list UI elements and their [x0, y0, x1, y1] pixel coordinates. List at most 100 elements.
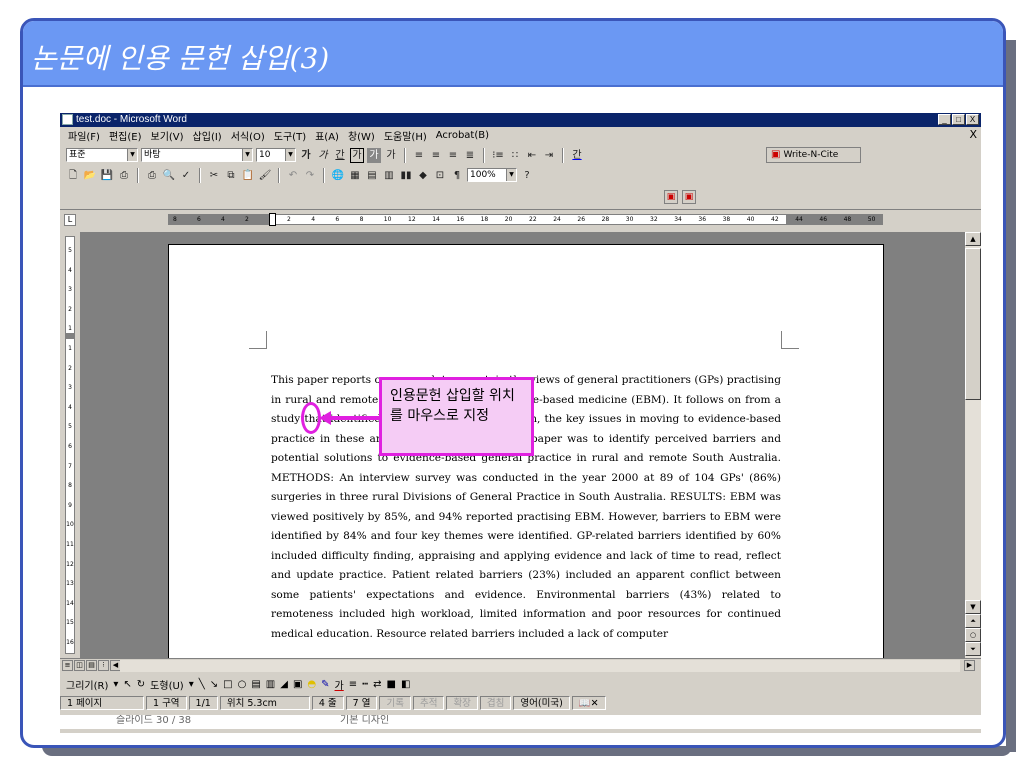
menu-item[interactable]: 삽입(I): [193, 128, 222, 143]
scroll-up-icon[interactable]: ▲: [965, 232, 981, 246]
scroll-down-icon[interactable]: ▼: [965, 600, 981, 614]
decrease-indent-icon[interactable]: ⇤: [525, 148, 539, 163]
italic-button[interactable]: 가: [316, 148, 330, 163]
horizontal-ruler[interactable]: 8 6 4 2 2 4 6 8 10 12 14 16 18 20 22 24 26 28 30 32 34 36 38 40…: [168, 213, 883, 226]
help-button[interactable]: ?: [520, 168, 534, 183]
wordart-icon[interactable]: ◢: [280, 679, 288, 690]
vertical-textbox-icon[interactable]: ▥: [266, 679, 275, 690]
print-layout-icon[interactable]: ▤: [86, 660, 97, 671]
font-select[interactable]: 바탕 ▼: [141, 148, 253, 162]
vertical-ruler[interactable]: 5 4 3 2 1 1 2 3 4 5 6 7 8 9 10 11 12 13 14 15 16: [65, 236, 75, 654]
textbox-icon[interactable]: ▤: [251, 679, 260, 690]
insert-excel-icon[interactable]: ▥: [382, 168, 396, 183]
previous-page-icon[interactable]: ⏶: [965, 614, 981, 628]
tab-selector[interactable]: L: [64, 214, 76, 226]
redo-icon[interactable]: ↷: [303, 168, 317, 183]
menu-item[interactable]: 파일(F): [68, 128, 100, 143]
print-preview-icon[interactable]: 🔍: [162, 168, 176, 183]
arrow-style-icon[interactable]: ⇄: [373, 679, 381, 690]
oval-icon[interactable]: ○: [238, 679, 247, 690]
tables-borders-icon[interactable]: ▦: [348, 168, 362, 183]
line-style-icon[interactable]: ≡: [349, 679, 357, 690]
arrow-icon[interactable]: ↘: [210, 679, 218, 690]
vertical-scrollbar[interactable]: ▲ ▼ ⏶ ○ ⏷: [965, 232, 981, 658]
save-icon[interactable]: 💾: [100, 168, 114, 183]
font-size-select[interactable]: 10 ▼: [256, 148, 296, 162]
print-icon[interactable]: ⎙: [145, 168, 159, 183]
hyperlink-icon[interactable]: 🌐: [331, 168, 345, 183]
write-n-cite-button[interactable]: ▣ Write-N-Cite: [766, 147, 861, 163]
copy-icon[interactable]: ⧉: [224, 168, 238, 183]
menu-item[interactable]: 도움말(H): [384, 128, 427, 143]
draw-menu-button[interactable]: 그리기(R): [66, 677, 108, 692]
columns-icon[interactable]: ▮▮: [399, 168, 413, 183]
font-color-icon[interactable]: 가: [335, 677, 344, 692]
shadow-icon[interactable]: ■: [387, 679, 396, 690]
permission-icon[interactable]: ⎙: [117, 168, 131, 183]
status-rec[interactable]: 기록: [379, 696, 411, 710]
scroll-thumb[interactable]: [965, 248, 981, 400]
autoshapes-menu-button[interactable]: 도형(U): [150, 677, 184, 692]
align-right-icon[interactable]: ≡: [446, 148, 460, 163]
undo-icon[interactable]: ↶: [286, 168, 300, 183]
free-rotate-icon[interactable]: ↻: [137, 679, 145, 690]
line-icon[interactable]: ╲: [199, 679, 205, 690]
spelling-icon[interactable]: ✓: [179, 168, 193, 183]
paste-icon[interactable]: 📋: [241, 168, 255, 183]
drawing-icon[interactable]: ◆: [416, 168, 430, 183]
align-center-icon[interactable]: ≡: [429, 148, 443, 163]
menu-item[interactable]: Acrobat(B): [436, 130, 489, 141]
char-border-button[interactable]: 가: [350, 147, 364, 163]
line-color-icon[interactable]: ✎: [321, 679, 329, 690]
menu-item[interactable]: 편집(E): [109, 128, 142, 143]
bold-button[interactable]: 가: [299, 148, 313, 163]
status-ext[interactable]: 확장: [446, 696, 478, 710]
font-color-button[interactable]: 간: [570, 148, 584, 163]
underline-button[interactable]: 간: [333, 148, 347, 163]
fill-color-icon[interactable]: ◓: [307, 679, 316, 690]
style-select[interactable]: 표준 ▼: [66, 148, 138, 162]
numbering-icon[interactable]: ⁝≡: [491, 148, 505, 163]
close-button[interactable]: X: [966, 114, 979, 125]
next-page-icon[interactable]: ⏷: [965, 642, 981, 656]
word-app-icon[interactable]: [62, 114, 73, 125]
menu-item[interactable]: 창(W): [348, 128, 375, 143]
distribute-icon[interactable]: ≣: [463, 148, 477, 163]
menu-item[interactable]: 도구(T): [274, 128, 306, 143]
outline-view-icon[interactable]: ⁝: [98, 660, 109, 671]
3d-icon[interactable]: ◧: [401, 679, 410, 690]
maximize-button[interactable]: □: [952, 114, 965, 125]
web-layout-icon[interactable]: ◫: [74, 660, 85, 671]
document-close-button[interactable]: X: [969, 128, 977, 141]
scroll-right-icon[interactable]: ▶: [964, 660, 975, 671]
char-scale-button[interactable]: 가: [384, 148, 398, 163]
show-hide-icon[interactable]: ¶: [450, 168, 464, 183]
menu-item[interactable]: 표(A): [315, 128, 339, 143]
rectangle-icon[interactable]: □: [223, 679, 232, 690]
open-folder-icon[interactable]: 📂: [83, 168, 97, 183]
document-page[interactable]: This paper reports on research to ascert…: [168, 244, 884, 658]
insert-table-icon[interactable]: ▤: [365, 168, 379, 183]
cut-icon[interactable]: ✂: [207, 168, 221, 183]
status-trk[interactable]: 추적: [412, 696, 445, 710]
document-map-icon[interactable]: ⊡: [433, 168, 447, 183]
indent-marker[interactable]: [269, 213, 276, 226]
menu-item[interactable]: 서식(O): [231, 128, 265, 143]
dash-style-icon[interactable]: ┅: [362, 679, 368, 690]
spelling-status-icon[interactable]: 📖✕: [571, 696, 606, 710]
minimize-button[interactable]: _: [938, 114, 951, 125]
select-objects-icon[interactable]: ↖: [123, 679, 131, 690]
zoom-select[interactable]: 100% ▼: [467, 168, 517, 182]
status-ovr[interactable]: 겹침: [479, 696, 512, 710]
toolbar-picture-icon[interactable]: ▣: [664, 190, 678, 204]
select-browse-object-icon[interactable]: ○: [965, 628, 981, 642]
bullets-icon[interactable]: ∷: [508, 148, 522, 163]
format-painter-icon[interactable]: 🖌: [258, 168, 272, 183]
new-document-icon[interactable]: 🗋: [66, 168, 80, 183]
clipart-icon[interactable]: ▣: [293, 679, 302, 690]
horizontal-scrollbar[interactable]: [120, 660, 960, 672]
menu-item[interactable]: 보기(V): [151, 128, 184, 143]
align-justify-icon[interactable]: ≡: [412, 148, 426, 163]
increase-indent-icon[interactable]: ⇥: [542, 148, 556, 163]
toolbar-picture-icon[interactable]: ▣: [682, 190, 696, 204]
